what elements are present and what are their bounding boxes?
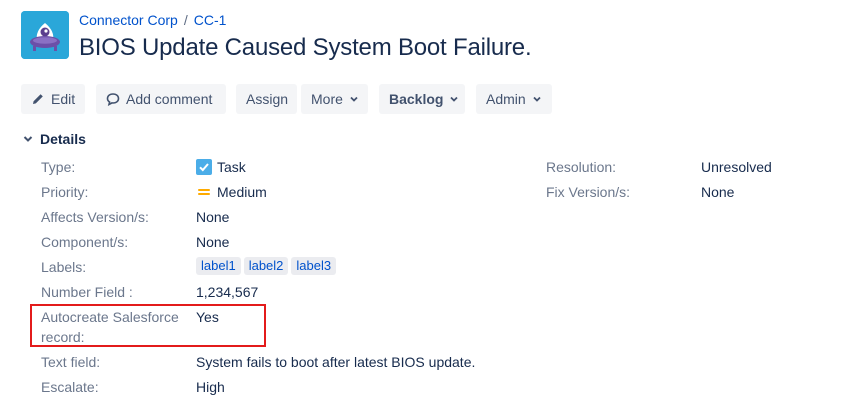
admin-dropdown[interactable]: Admin	[476, 84, 552, 114]
breadcrumb-issue-link[interactable]: CC-1	[194, 12, 227, 28]
type-label: Type:	[41, 159, 76, 175]
priority-value: Medium	[196, 182, 267, 202]
escalate-value: High	[196, 379, 225, 395]
details-heading: Details	[40, 131, 86, 147]
status-dropdown[interactable]: Backlog	[379, 84, 465, 114]
pencil-icon	[33, 94, 43, 104]
label-tag[interactable]: label3	[291, 257, 337, 275]
type-value: Task	[196, 157, 246, 177]
affects-version-value: None	[196, 209, 230, 225]
number-field-label: Number Field :	[41, 284, 133, 300]
fix-version-label: Fix Version/s:	[546, 184, 631, 200]
number-field-value: 1,234,567	[196, 284, 259, 300]
resolution-label: Resolution:	[546, 159, 617, 175]
fix-version-value: None	[701, 184, 735, 200]
priority-label: Priority:	[41, 184, 89, 200]
highlight-box	[30, 304, 266, 347]
label-tag[interactable]: label2	[243, 257, 289, 275]
text-field-label: Text field:	[41, 354, 101, 370]
edit-button[interactable]: Edit	[21, 84, 85, 114]
more-button[interactable]: More	[301, 84, 368, 114]
label-tag[interactable]: label1	[196, 257, 241, 275]
breadcrumb-project-link[interactable]: Connector Corp	[79, 12, 178, 28]
chevron-down-icon	[450, 96, 459, 102]
admin-label: Admin	[486, 91, 526, 107]
affects-version-label: Affects Version/s:	[41, 209, 149, 225]
status-label: Backlog	[389, 91, 444, 107]
edit-label: Edit	[51, 91, 76, 107]
resolution-value: Unresolved	[701, 159, 772, 175]
breadcrumb-separator: /	[183, 12, 188, 28]
component-label: Component/s:	[41, 234, 129, 250]
escalate-label: Escalate:	[41, 379, 99, 395]
alien-ufo-icon	[21, 11, 69, 59]
project-avatar[interactable]	[21, 11, 69, 59]
type-text: Task	[217, 159, 246, 175]
details-section-toggle[interactable]: Details	[22, 131, 86, 147]
chevron-down-icon	[23, 136, 33, 142]
issue-title[interactable]: BIOS Update Caused System Boot Failure.	[79, 34, 532, 62]
speech-bubble-icon	[106, 93, 120, 106]
text-field-value: System fails to boot after latest BIOS u…	[196, 354, 476, 370]
labels-label: Labels:	[41, 259, 87, 275]
priority-medium-icon	[198, 189, 210, 195]
assign-button[interactable]: Assign	[236, 84, 297, 114]
chevron-down-icon	[533, 96, 541, 102]
labels-value: label1 label2 label3	[196, 257, 339, 275]
chevron-down-icon	[350, 96, 358, 102]
add-comment-label: Add comment	[126, 91, 213, 107]
add-comment-button[interactable]: Add comment	[96, 84, 226, 114]
priority-text: Medium	[217, 184, 267, 200]
checkbox-task-icon	[196, 159, 212, 175]
more-label: More	[311, 91, 343, 107]
component-value: None	[196, 234, 230, 250]
assign-label: Assign	[246, 91, 289, 107]
breadcrumb: Connector Corp / CC-1	[79, 12, 226, 28]
